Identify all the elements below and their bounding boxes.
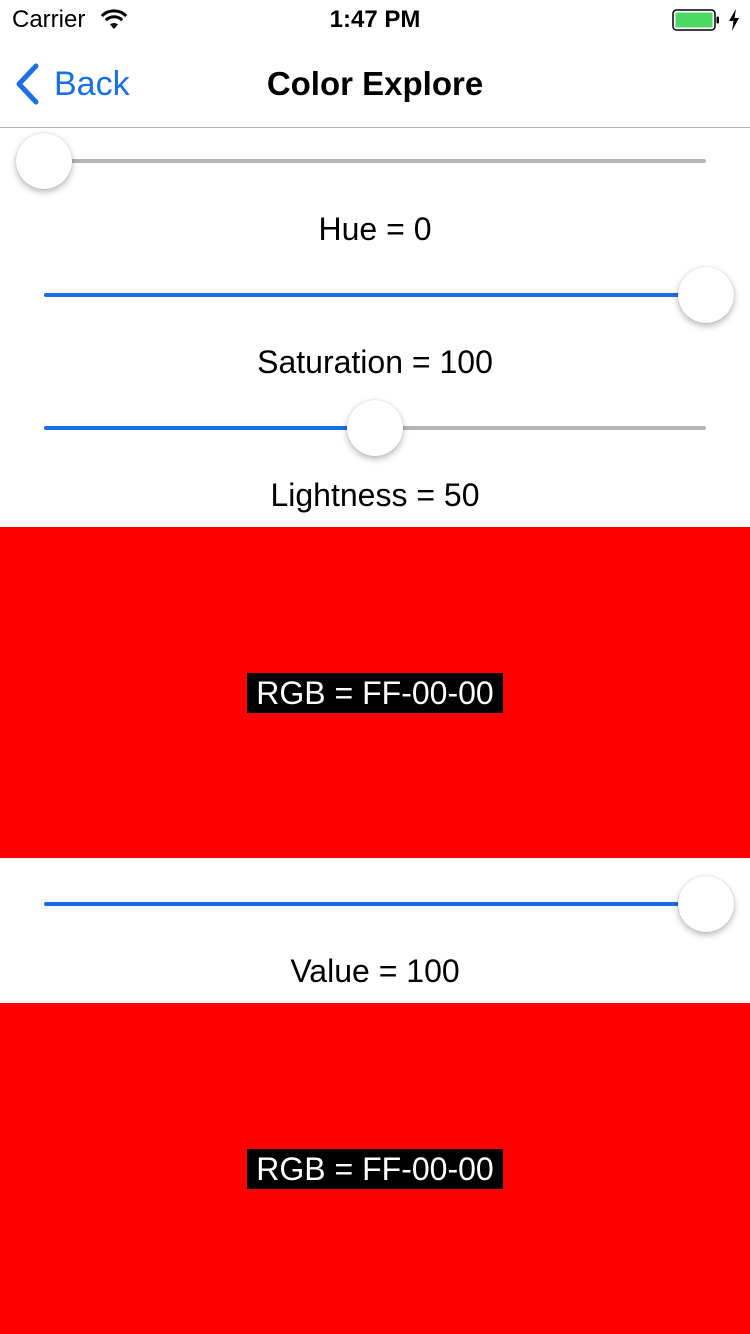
value-label: Value = 100 (290, 953, 460, 989)
saturation-label: Saturation = 100 (257, 344, 493, 380)
lightness-slider[interactable] (44, 398, 706, 458)
hsl-rgb-label: RGB = FF-00-00 (247, 672, 503, 713)
hue-slider-thumb[interactable] (16, 133, 72, 189)
charging-bolt-icon (729, 9, 739, 31)
hue-slider-track (44, 159, 706, 163)
page-title: Color Explore (266, 65, 484, 102)
hsv-rgb-label: RGB = FF-00-00 (247, 1148, 503, 1189)
lightness-slider-fill (44, 426, 375, 430)
lightness-slider-thumb[interactable] (347, 400, 403, 456)
value-slider[interactable] (44, 874, 734, 934)
hsv-color-swatch: RGB = FF-00-00 (0, 1003, 750, 1334)
saturation-slider-thumb[interactable] (678, 267, 734, 323)
clock: 1:47 PM (329, 6, 421, 33)
hue-label: Hue = 0 (318, 211, 432, 247)
value-slider-fill (44, 902, 706, 906)
hsl-color-swatch: RGB = FF-00-00 (0, 527, 750, 858)
navigation-bar: Back Color Explore (0, 40, 750, 128)
value-slider-thumb[interactable] (678, 876, 734, 932)
battery-icon (672, 9, 719, 31)
saturation-slider[interactable] (44, 265, 734, 325)
lightness-label: Lightness = 50 (270, 477, 480, 513)
saturation-slider-fill (44, 293, 706, 297)
status-bar: Carrier 1:47 PM (0, 0, 750, 40)
hue-slider[interactable] (16, 131, 706, 191)
